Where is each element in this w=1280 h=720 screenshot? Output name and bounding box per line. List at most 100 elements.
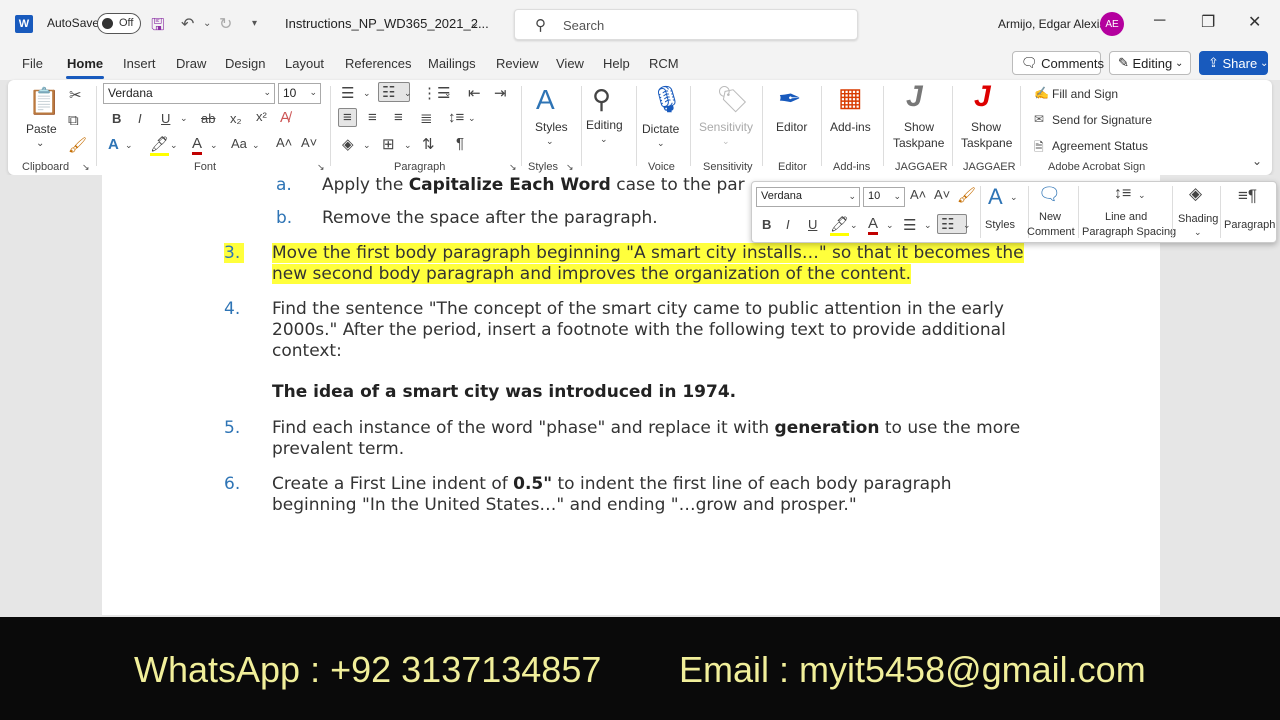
styles-label[interactable]: Styles xyxy=(535,120,568,134)
chevron-down-icon[interactable]: ⌄ xyxy=(657,138,665,149)
font-color-icon[interactable]: A xyxy=(192,135,203,155)
fill-sign-icon[interactable]: ✍ xyxy=(1034,86,1049,100)
align-center-icon[interactable]: ≡ xyxy=(368,109,377,126)
editor-icon[interactable]: ✒ xyxy=(778,82,801,115)
shading-label[interactable]: Shading xyxy=(1178,213,1218,225)
underline-icon[interactable]: U xyxy=(161,111,170,126)
text-effects-icon[interactable]: A xyxy=(108,136,119,153)
jaggaer-icon[interactable]: J xyxy=(906,80,923,114)
chevron-down-icon[interactable]: ⌄ xyxy=(963,220,971,231)
editing-group-label[interactable]: Editing xyxy=(586,118,623,132)
borders-icon[interactable]: ⊞ xyxy=(382,135,395,153)
mini-font-combo[interactable]: Verdana ⌄ xyxy=(756,187,860,207)
add-ins-label[interactable]: Add-ins xyxy=(830,120,871,134)
highlight-icon[interactable]: 🖊 xyxy=(150,135,170,156)
bold-icon[interactable]: B xyxy=(112,111,121,126)
underline-icon[interactable]: U xyxy=(808,217,817,232)
chevron-down-icon[interactable]: ⌄ xyxy=(363,88,371,99)
customize-toolbar-icon[interactable]: ▾ xyxy=(252,18,257,29)
chevron-down-icon[interactable]: ⌄ xyxy=(36,138,44,149)
search-box[interactable]: ⚲ Search xyxy=(514,9,858,40)
mini-size-combo[interactable]: 10 ⌄ xyxy=(863,187,905,207)
comments-button[interactable]: 🗨 Comments xyxy=(1012,51,1104,75)
ribbon-collapse-icon[interactable]: ⌄ xyxy=(1252,154,1262,168)
chevron-down-icon[interactable]: ⌄ xyxy=(1138,190,1146,201)
grow-font-icon[interactable]: A˄ xyxy=(276,135,292,150)
italic-icon[interactable]: I xyxy=(138,111,142,126)
font-size-combo[interactable]: 10 ⌄ xyxy=(278,83,321,104)
chevron-down-icon[interactable]: ⌄ xyxy=(363,140,371,151)
line-spacing-icon[interactable]: ↕≡ xyxy=(448,109,464,126)
chevron-down-icon[interactable]: ⌄ xyxy=(886,220,894,231)
format-painter-icon[interactable]: 🖌 xyxy=(68,136,87,154)
taskpane-label[interactable]: Taskpane xyxy=(961,136,1012,150)
styles-icon[interactable]: A xyxy=(988,184,1003,210)
show-formatting-marks-icon[interactable]: ¶ xyxy=(456,135,464,152)
list-item[interactable]: Remove the space after the paragraph. xyxy=(322,208,658,229)
dialog-launcher-icon[interactable]: ↘ xyxy=(509,162,517,173)
new-comment-icon[interactable]: 🗨 xyxy=(1038,184,1061,205)
send-for-signature-button[interactable]: Send for Signature xyxy=(1052,113,1152,127)
justify-icon[interactable]: ≣ xyxy=(420,109,433,127)
paste-label[interactable]: Paste xyxy=(26,122,57,136)
agreement-status-icon[interactable]: 🗎 xyxy=(1034,138,1044,159)
shading-icon[interactable]: ◈ xyxy=(342,135,354,153)
chevron-down-icon[interactable]: ⌄ xyxy=(924,220,932,231)
copy-icon[interactable]: ⧉ xyxy=(68,112,79,129)
line-spacing-label-1[interactable]: Line and xyxy=(1105,211,1147,223)
document-title[interactable]: Instructions_NP_WD365_2021_2... xyxy=(285,16,489,31)
editor-label[interactable]: Editor xyxy=(776,120,807,134)
chevron-down-icon[interactable]: ⌄ xyxy=(1194,227,1202,238)
increase-indent-icon[interactable]: ⇥ xyxy=(494,84,507,102)
chevron-down-icon[interactable]: ⌄ xyxy=(125,140,133,151)
clear-formatting-icon[interactable]: A̸ xyxy=(280,109,290,126)
chevron-down-icon[interactable]: ⌄ xyxy=(1010,192,1018,203)
line-spacing-label-2[interactable]: Paragraph Spacing xyxy=(1082,226,1176,238)
list-item[interactable]: Find each instance of the word "phase" a… xyxy=(272,418,1020,460)
list-item[interactable]: Create a First Line indent of 0.5" to in… xyxy=(272,474,952,516)
tab-view[interactable]: View xyxy=(556,56,584,71)
tab-home[interactable]: Home xyxy=(67,56,103,71)
find-icon[interactable]: ⚲ xyxy=(592,84,611,115)
tab-references[interactable]: References xyxy=(345,56,411,71)
shrink-font-icon[interactable]: A˅ xyxy=(934,187,950,202)
chevron-down-icon[interactable]: ⌄ xyxy=(252,140,260,151)
tab-insert[interactable]: Insert xyxy=(123,56,156,71)
show-label[interactable]: Show xyxy=(971,120,1001,134)
tab-draw[interactable]: Draw xyxy=(176,56,206,71)
save-icon[interactable]: 🖫 xyxy=(151,14,165,41)
redo-icon[interactable]: ↻ xyxy=(219,14,232,34)
tab-mailings[interactable]: Mailings xyxy=(428,56,476,71)
fill-and-sign-button[interactable]: Fill and Sign xyxy=(1052,87,1118,101)
font-family-combo[interactable]: Verdana ⌄ xyxy=(103,83,275,104)
list-item[interactable]: Apply the Capitalize Each Word case to t… xyxy=(322,175,745,196)
chevron-down-icon[interactable]: ⌄ xyxy=(180,113,188,124)
undo-dropdown-icon[interactable]: ⌄ xyxy=(203,18,211,29)
close-icon[interactable]: ✕ xyxy=(1248,12,1261,32)
sort-icon[interactable]: ⇅ xyxy=(422,135,435,153)
font-color-icon[interactable]: A xyxy=(868,215,879,235)
chevron-down-icon[interactable]: ⌄ xyxy=(468,113,476,124)
paragraph-settings-icon[interactable]: ≡¶ xyxy=(1238,186,1257,206)
shading-icon[interactable]: ◈ xyxy=(1189,184,1202,204)
cut-icon[interactable]: ✂ xyxy=(69,86,82,104)
decrease-indent-icon[interactable]: ⇤ xyxy=(468,84,481,102)
tab-design[interactable]: Design xyxy=(225,56,265,71)
mini-styles-label[interactable]: Styles xyxy=(985,219,1015,231)
format-painter-icon[interactable]: 🖌 xyxy=(957,186,976,204)
list-item-highlighted[interactable]: Move the first body paragraph beginning … xyxy=(272,243,1024,285)
paragraph-label[interactable]: Paragraph xyxy=(1224,219,1275,231)
chevron-down-icon[interactable]: ⌄ xyxy=(170,140,178,151)
show-label[interactable]: Show xyxy=(904,120,934,134)
new-comment-label-2[interactable]: Comment xyxy=(1027,226,1075,238)
chevron-down-icon[interactable]: ⌄ xyxy=(404,88,412,99)
bullets-icon[interactable]: ☰ xyxy=(341,84,354,102)
dialog-launcher-icon[interactable]: ↘ xyxy=(566,162,574,173)
highlight-icon[interactable]: 🖊 xyxy=(830,215,850,236)
tab-layout[interactable]: Layout xyxy=(285,56,324,71)
taskpane-label[interactable]: Taskpane xyxy=(893,136,944,150)
agreement-status-button[interactable]: Agreement Status xyxy=(1052,139,1148,153)
align-right-icon[interactable]: ≡ xyxy=(394,109,403,126)
chevron-down-icon[interactable]: ⌄ xyxy=(600,134,608,145)
tab-review[interactable]: Review xyxy=(496,56,539,71)
